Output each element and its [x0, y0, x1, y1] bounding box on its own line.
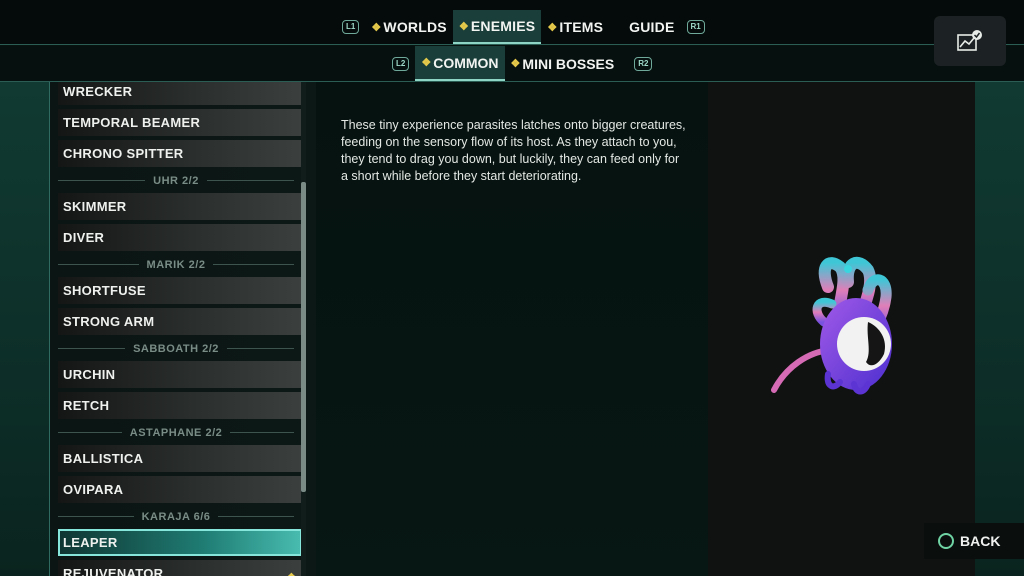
- sub-nav-bar: L2 ❖ COMMON ❖ MINI BOSSES R2: [0, 46, 1024, 82]
- enemy-list-item[interactable]: BALLISTICA: [58, 445, 302, 472]
- scrollbar-thumb[interactable]: [301, 182, 306, 492]
- enemy-name: SHORTFUSE: [63, 283, 146, 298]
- enemy-list-item[interactable]: STRONG ARM: [58, 308, 302, 335]
- enemy-name: OVIPARA: [63, 482, 124, 497]
- tab-worlds[interactable]: ❖ WORLDS: [365, 10, 452, 44]
- r1-button-hint[interactable]: R1: [686, 20, 705, 34]
- list-section-divider: MARIK 2/2: [58, 255, 302, 274]
- back-button[interactable]: BACK: [924, 523, 1024, 559]
- enemy-list-item[interactable]: REJUVENATOR ❖: [58, 560, 302, 576]
- diamond-icon: ❖: [547, 21, 558, 34]
- enemy-description: These tiny experience parasites latches …: [341, 118, 686, 183]
- enemy-list-item[interactable]: RETCH: [58, 392, 302, 419]
- enemy-name: STRONG ARM: [63, 314, 155, 329]
- stats-check-icon: [957, 30, 982, 51]
- enemy-name: BALLISTICA: [63, 451, 144, 466]
- sub-nav: L2 ❖ COMMON ❖ MINI BOSSES R2: [386, 46, 658, 81]
- section-label: SABBOATH 2/2: [133, 342, 219, 355]
- creature-image: [771, 256, 892, 395]
- enemy-name: DIVER: [63, 230, 105, 245]
- section-label: MARIK 2/2: [146, 258, 206, 271]
- enemy-name: TEMPORAL BEAMER: [63, 115, 201, 130]
- enemy-list-item[interactable]: LEAPER: [58, 529, 302, 556]
- stats-button[interactable]: [934, 16, 1006, 66]
- detail-panel: These tiny experience parasites latches …: [316, 82, 708, 576]
- list-section-divider: KARAJA 6/6: [58, 507, 302, 526]
- enemy-list-item[interactable]: SKIMMER: [58, 193, 302, 220]
- tab-mini-bosses[interactable]: ❖ MINI BOSSES: [505, 46, 621, 81]
- l1-button-hint[interactable]: L1: [342, 20, 360, 34]
- enemy-list-item[interactable]: SHORTFUSE: [58, 277, 302, 304]
- tab-items[interactable]: ❖ ITEMS: [541, 10, 609, 44]
- enemy-name: CHRONO SPITTER: [63, 146, 184, 161]
- enemy-list-item[interactable]: WRECKER: [58, 82, 302, 105]
- tab-label: ENEMIES: [470, 18, 536, 34]
- r2-button-hint[interactable]: R2: [634, 56, 653, 71]
- creature-render-panel: [708, 82, 975, 576]
- right-frame: [974, 82, 1024, 576]
- enemy-list-panel: WRECKER TEMPORAL BEAMER CHRONO SPITTER UHR …: [50, 82, 316, 576]
- l2-button-hint[interactable]: L2: [392, 56, 410, 71]
- diamond-icon: ❖: [421, 57, 432, 69]
- tab-label: MINI BOSSES: [522, 55, 615, 72]
- circle-button-icon: [938, 533, 954, 549]
- list-section-divider: SABBOATH 2/2: [58, 339, 302, 358]
- tab-label: ITEMS: [559, 19, 604, 35]
- enemy-list: WRECKER TEMPORAL BEAMER CHRONO SPITTER UHR …: [58, 82, 302, 576]
- tab-guide[interactable]: GUIDE: [609, 10, 680, 44]
- enemy-name: URCHIN: [63, 367, 116, 382]
- enemy-list-item[interactable]: TEMPORAL BEAMER: [58, 109, 302, 136]
- left-frame: [0, 82, 50, 576]
- top-nav: L1 ❖ WORLDS ❖ ENEMIES ❖ ITEMS GUIDE R1: [336, 10, 711, 44]
- tab-label: WORLDS: [383, 19, 447, 35]
- enemy-name: SKIMMER: [63, 199, 127, 214]
- section-label: ASTAPHANE 2/2: [129, 426, 223, 439]
- back-label: BACK: [960, 533, 1001, 549]
- tab-enemies[interactable]: ❖ ENEMIES: [452, 10, 542, 44]
- enemy-name: WRECKER: [63, 84, 133, 99]
- new-diamond-icon: ❖: [285, 565, 298, 576]
- top-nav-bar: L1 ❖ WORLDS ❖ ENEMIES ❖ ITEMS GUIDE R1: [0, 0, 1024, 45]
- section-label: KARAJA 6/6: [141, 510, 211, 523]
- enemy-name: LEAPER: [63, 535, 118, 550]
- enemy-list-item[interactable]: CHRONO SPITTER: [58, 140, 302, 167]
- diamond-icon: ❖: [458, 20, 469, 33]
- enemy-list-item[interactable]: URCHIN: [58, 361, 302, 388]
- list-section-divider: ASTAPHANE 2/2: [58, 423, 302, 442]
- tab-label: GUIDE: [629, 19, 675, 35]
- enemy-name: RETCH: [63, 398, 110, 413]
- diamond-icon: ❖: [371, 21, 382, 34]
- enemy-name: REJUVENATOR: [63, 566, 164, 576]
- enemy-list-item[interactable]: OVIPARA: [58, 476, 302, 503]
- tab-label: COMMON: [433, 54, 499, 71]
- enemy-list-item[interactable]: DIVER: [58, 224, 302, 251]
- list-section-divider: UHR 2/2: [58, 171, 302, 190]
- section-label: UHR 2/2: [153, 174, 199, 187]
- tab-common[interactable]: ❖ COMMON: [415, 46, 505, 81]
- diamond-icon: ❖: [510, 58, 521, 70]
